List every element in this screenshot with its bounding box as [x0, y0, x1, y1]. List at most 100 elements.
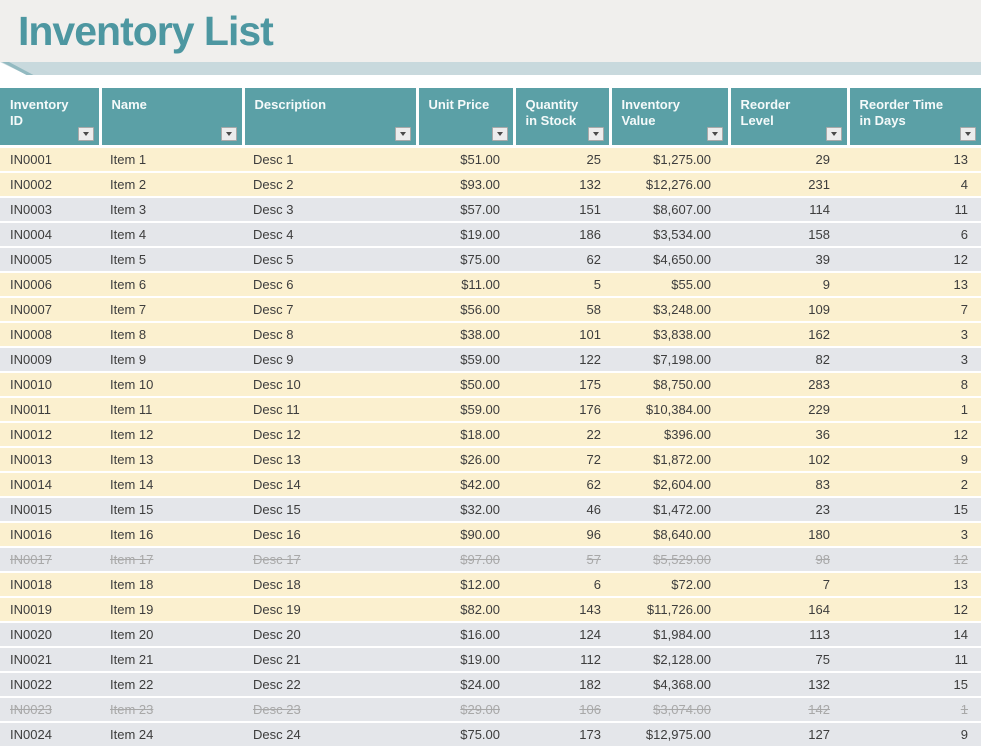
cell-level[interactable]: 83 [729, 472, 848, 497]
cell-id[interactable]: IN0023 [0, 697, 100, 722]
cell-name[interactable]: Item 13 [100, 447, 243, 472]
cell-id[interactable]: IN0013 [0, 447, 100, 472]
cell-price[interactable]: $12.00 [417, 572, 514, 597]
cell-desc[interactable]: Desc 17 [243, 547, 417, 572]
cell-id[interactable]: IN0018 [0, 572, 100, 597]
cell-price[interactable]: $29.00 [417, 697, 514, 722]
cell-desc[interactable]: Desc 2 [243, 172, 417, 197]
cell-desc[interactable]: Desc 9 [243, 347, 417, 372]
cell-id[interactable]: IN0016 [0, 522, 100, 547]
cell-time[interactable]: 15 [848, 672, 981, 697]
filter-dropdown-time[interactable] [960, 127, 976, 141]
column-header-name[interactable]: Name [100, 88, 243, 147]
cell-name[interactable]: Item 6 [100, 272, 243, 297]
cell-desc[interactable]: Desc 22 [243, 672, 417, 697]
cell-name[interactable]: Item 11 [100, 397, 243, 422]
cell-qty[interactable]: 122 [514, 347, 610, 372]
cell-value[interactable]: $3,838.00 [610, 322, 729, 347]
cell-level[interactable]: 29 [729, 147, 848, 173]
cell-qty[interactable]: 106 [514, 697, 610, 722]
cell-time[interactable]: 12 [848, 597, 981, 622]
cell-name[interactable]: Item 14 [100, 472, 243, 497]
cell-time[interactable]: 3 [848, 322, 981, 347]
cell-desc[interactable]: Desc 19 [243, 597, 417, 622]
cell-name[interactable]: Item 4 [100, 222, 243, 247]
cell-id[interactable]: IN0022 [0, 672, 100, 697]
cell-level[interactable]: 142 [729, 697, 848, 722]
cell-qty[interactable]: 62 [514, 247, 610, 272]
cell-time[interactable]: 12 [848, 547, 981, 572]
cell-desc[interactable]: Desc 5 [243, 247, 417, 272]
cell-price[interactable]: $75.00 [417, 247, 514, 272]
cell-id[interactable]: IN0007 [0, 297, 100, 322]
cell-price[interactable]: $59.00 [417, 347, 514, 372]
cell-value[interactable]: $396.00 [610, 422, 729, 447]
cell-time[interactable]: 9 [848, 722, 981, 747]
cell-id[interactable]: IN0006 [0, 272, 100, 297]
cell-qty[interactable]: 46 [514, 497, 610, 522]
cell-time[interactable]: 3 [848, 522, 981, 547]
cell-id[interactable]: IN0021 [0, 647, 100, 672]
cell-price[interactable]: $75.00 [417, 722, 514, 747]
cell-desc[interactable]: Desc 20 [243, 622, 417, 647]
cell-price[interactable]: $50.00 [417, 372, 514, 397]
cell-id[interactable]: IN0015 [0, 497, 100, 522]
cell-level[interactable]: 283 [729, 372, 848, 397]
cell-value[interactable]: $2,128.00 [610, 647, 729, 672]
cell-time[interactable]: 1 [848, 697, 981, 722]
cell-value[interactable]: $2,604.00 [610, 472, 729, 497]
cell-name[interactable]: Item 21 [100, 647, 243, 672]
cell-name[interactable]: Item 1 [100, 147, 243, 173]
cell-level[interactable]: 158 [729, 222, 848, 247]
cell-name[interactable]: Item 22 [100, 672, 243, 697]
cell-value[interactable]: $72.00 [610, 572, 729, 597]
cell-desc[interactable]: Desc 8 [243, 322, 417, 347]
cell-qty[interactable]: 101 [514, 322, 610, 347]
cell-desc[interactable]: Desc 21 [243, 647, 417, 672]
cell-time[interactable]: 13 [848, 272, 981, 297]
cell-name[interactable]: Item 5 [100, 247, 243, 272]
cell-id[interactable]: IN0005 [0, 247, 100, 272]
column-header-qty[interactable]: Quantity in Stock [514, 88, 610, 147]
cell-name[interactable]: Item 23 [100, 697, 243, 722]
cell-price[interactable]: $93.00 [417, 172, 514, 197]
cell-name[interactable]: Item 17 [100, 547, 243, 572]
cell-qty[interactable]: 151 [514, 197, 610, 222]
cell-id[interactable]: IN0012 [0, 422, 100, 447]
cell-name[interactable]: Item 24 [100, 722, 243, 747]
cell-qty[interactable]: 22 [514, 422, 610, 447]
cell-qty[interactable]: 72 [514, 447, 610, 472]
filter-dropdown-id[interactable] [78, 127, 94, 141]
cell-id[interactable]: IN0001 [0, 147, 100, 173]
cell-id[interactable]: IN0017 [0, 547, 100, 572]
cell-price[interactable]: $26.00 [417, 447, 514, 472]
cell-id[interactable]: IN0002 [0, 172, 100, 197]
cell-level[interactable]: 39 [729, 247, 848, 272]
column-header-level[interactable]: Reorder Level [729, 88, 848, 147]
cell-level[interactable]: 23 [729, 497, 848, 522]
cell-qty[interactable]: 58 [514, 297, 610, 322]
cell-desc[interactable]: Desc 23 [243, 697, 417, 722]
cell-desc[interactable]: Desc 18 [243, 572, 417, 597]
cell-level[interactable]: 132 [729, 672, 848, 697]
cell-price[interactable]: $32.00 [417, 497, 514, 522]
cell-value[interactable]: $3,534.00 [610, 222, 729, 247]
cell-level[interactable]: 164 [729, 597, 848, 622]
cell-name[interactable]: Item 20 [100, 622, 243, 647]
cell-id[interactable]: IN0014 [0, 472, 100, 497]
cell-value[interactable]: $12,276.00 [610, 172, 729, 197]
cell-qty[interactable]: 182 [514, 672, 610, 697]
cell-name[interactable]: Item 8 [100, 322, 243, 347]
cell-time[interactable]: 6 [848, 222, 981, 247]
cell-desc[interactable]: Desc 24 [243, 722, 417, 747]
cell-desc[interactable]: Desc 13 [243, 447, 417, 472]
cell-level[interactable]: 82 [729, 347, 848, 372]
cell-qty[interactable]: 175 [514, 372, 610, 397]
cell-value[interactable]: $3,074.00 [610, 697, 729, 722]
cell-time[interactable]: 9 [848, 447, 981, 472]
cell-name[interactable]: Item 9 [100, 347, 243, 372]
cell-name[interactable]: Item 19 [100, 597, 243, 622]
cell-name[interactable]: Item 10 [100, 372, 243, 397]
cell-time[interactable]: 11 [848, 647, 981, 672]
column-header-desc[interactable]: Description [243, 88, 417, 147]
